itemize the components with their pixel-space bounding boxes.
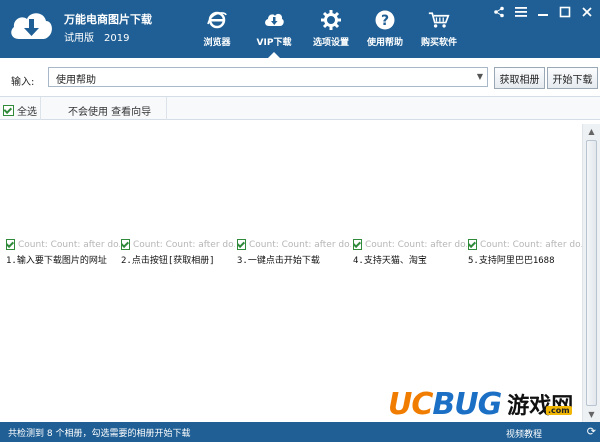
- item-count: Count: Count: after do...: [133, 239, 235, 250]
- start-download-button[interactable]: 开始下载: [547, 67, 598, 89]
- item-count: Count: Count: after do...: [249, 239, 351, 250]
- scroll-down-icon[interactable]: ▼: [586, 409, 597, 420]
- menu-icon[interactable]: [512, 4, 530, 20]
- guide-link[interactable]: 不会使用 查看向导: [68, 103, 151, 118]
- list-item[interactable]: Count: Count: after do... 1.输入要下载图片的网址: [6, 239, 120, 266]
- title-bar: 万能电商图片下载 试用版 2019 浏览器 VIP下载 选项设置 ? 使用帮助 …: [0, 0, 600, 58]
- list-item[interactable]: Count: Count: after do... 3.一键点击开始下载: [237, 239, 351, 266]
- cloud-download-icon: [263, 9, 285, 31]
- item-label: 3.一键点击开始下载: [237, 256, 320, 266]
- item-checkbox[interactable]: [6, 239, 15, 250]
- gear-icon: [320, 9, 342, 31]
- input-label: 输入:: [11, 77, 35, 88]
- item-label: 1.输入要下载图片的网址: [6, 256, 107, 266]
- maximize-icon[interactable]: [556, 4, 574, 20]
- share-icon[interactable]: [490, 4, 508, 20]
- video-tutorial-link[interactable]: 视频教程: [506, 427, 542, 440]
- nav-help[interactable]: ? 使用帮助: [358, 0, 412, 58]
- app-title: 万能电商图片下载: [64, 13, 152, 26]
- status-text: 共检测到 8 个相册，勾选需要的相册开始下载: [8, 429, 191, 439]
- url-input[interactable]: 使用帮助 ▼: [48, 67, 488, 87]
- refresh-icon[interactable]: ⟳: [587, 425, 596, 438]
- header-divider: [40, 97, 41, 121]
- nav-browser[interactable]: 浏览器: [190, 0, 244, 58]
- svg-text:?: ?: [381, 13, 389, 29]
- item-count: Count: Count: after do...: [18, 239, 120, 250]
- cloud-download-logo-icon: [8, 6, 54, 46]
- item-checkbox[interactable]: [237, 239, 246, 250]
- url-input-value: 使用帮助: [56, 75, 96, 86]
- edition-year: 2019: [104, 33, 130, 44]
- item-count: Count: Count: after do...: [480, 239, 582, 250]
- status-bar: 共检测到 8 个相册，勾选需要的相册开始下载 视频教程 ⟳: [0, 422, 600, 442]
- app-edition: 试用版 2019: [64, 29, 139, 44]
- nav-settings[interactable]: 选项设置: [304, 0, 358, 58]
- select-all-checkbox[interactable]: 全选: [3, 103, 37, 118]
- close-icon[interactable]: [578, 4, 596, 20]
- nav-buy-label: 购买软件: [420, 38, 457, 48]
- checkbox-icon: [3, 105, 14, 116]
- vertical-scrollbar[interactable]: ▲ ▼: [582, 124, 600, 422]
- url-input-bar: 输入: 使用帮助 ▼ 获取相册 开始下载: [0, 58, 600, 96]
- item-label: 4.支持天猫、淘宝: [353, 256, 427, 266]
- cart-icon: [428, 9, 450, 31]
- nav-settings-label: 选项设置: [312, 38, 349, 48]
- scrollbar-thumb[interactable]: [586, 140, 597, 406]
- nav-vip-download[interactable]: VIP下载: [244, 0, 304, 58]
- item-label: 5.支持阿里巴巴1688: [468, 256, 555, 266]
- help-icon: ?: [374, 9, 396, 31]
- browser-icon: [206, 9, 228, 31]
- list-item[interactable]: Count: Count: after do... 4.支持天猫、淘宝: [353, 239, 467, 266]
- item-label: 2.点击按钮[获取相册]: [121, 256, 215, 266]
- list-item[interactable]: Count: Count: after do... 5.支持阿里巴巴1688: [468, 239, 582, 266]
- scroll-up-icon[interactable]: ▲: [586, 126, 597, 137]
- item-count: Count: Count: after do...: [365, 239, 467, 250]
- chevron-down-icon[interactable]: ▼: [477, 72, 483, 81]
- album-list: Count: Count: after do... 1.输入要下载图片的网址 C…: [0, 120, 582, 422]
- watermark-badge: .com: [546, 406, 572, 415]
- edition-label: 试用版: [64, 33, 94, 44]
- item-checkbox[interactable]: [353, 239, 362, 250]
- nav-help-label: 使用帮助: [366, 38, 403, 48]
- list-item[interactable]: Count: Count: after do... 2.点击按钮[获取相册]: [121, 239, 235, 266]
- watermark-logo: UCBUG 游戏网 .com: [388, 386, 573, 422]
- nav-vip-label: VIP下载: [256, 38, 292, 48]
- select-all-label: 全选: [17, 107, 37, 118]
- list-header: 全选 不会使用 查看向导: [0, 96, 600, 121]
- window-controls: [490, 4, 596, 20]
- get-album-button[interactable]: 获取相册: [494, 67, 545, 89]
- header-divider: [166, 97, 167, 121]
- item-checkbox[interactable]: [468, 239, 477, 250]
- main-nav: 浏览器 VIP下载 选项设置 ? 使用帮助 购买软件: [190, 0, 466, 58]
- nav-browser-label: 浏览器: [203, 38, 231, 48]
- item-checkbox[interactable]: [121, 239, 130, 250]
- watermark-brand: UCBUG: [388, 386, 502, 422]
- minimize-icon[interactable]: [534, 4, 552, 20]
- nav-buy[interactable]: 购买软件: [412, 0, 466, 58]
- watermark-cn: 游戏网: [507, 393, 574, 419]
